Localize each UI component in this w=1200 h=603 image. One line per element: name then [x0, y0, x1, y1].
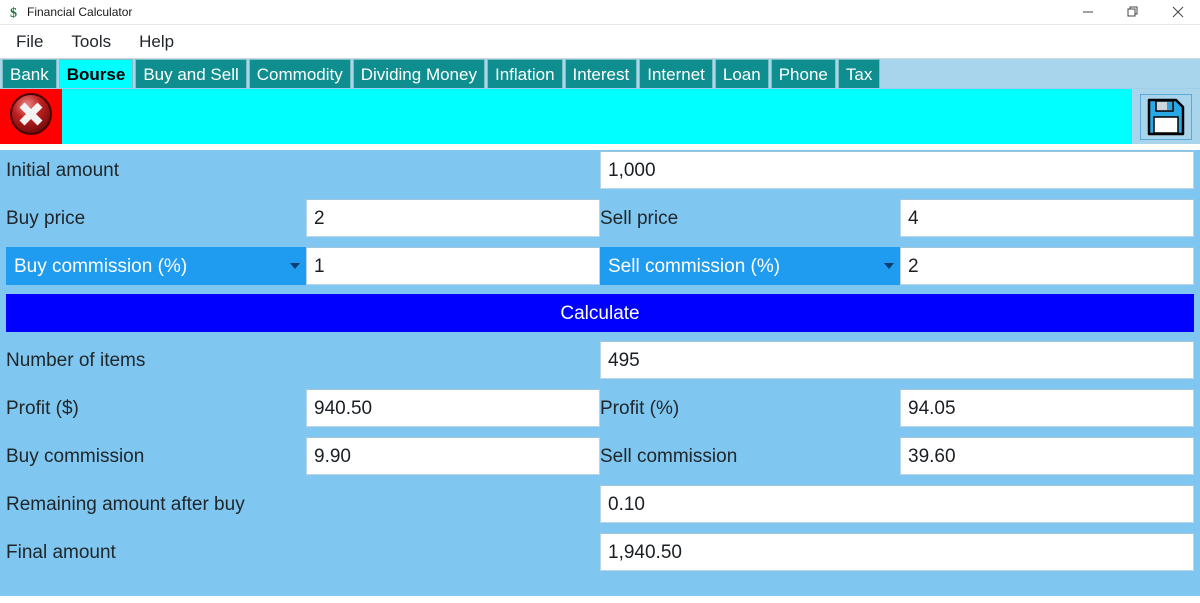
sell-price-label: Sell price: [600, 207, 679, 229]
row-commission-amounts: Buy commission 9.90 Sell commission 39.6…: [0, 436, 1200, 476]
tab-strip: Bank Bourse Buy and Sell Commodity Divid…: [0, 59, 1200, 89]
buy-commission-label: Buy commission: [6, 445, 145, 467]
tab-tax[interactable]: Tax: [837, 59, 881, 88]
tab-bank[interactable]: Bank: [2, 59, 57, 88]
chevron-down-icon: [290, 263, 300, 269]
tab-inflation[interactable]: Inflation: [486, 59, 563, 88]
buy-commission-percent-dropdown[interactable]: Buy commission (%): [6, 247, 306, 285]
buy-commission-percent-input[interactable]: 1: [306, 247, 600, 285]
bourse-form: Initial amount 1,000 Buy price 2 Sell pr…: [0, 150, 1200, 596]
row-number-of-items: Number of items 495: [0, 340, 1200, 380]
tab-commodity[interactable]: Commodity: [248, 59, 351, 88]
row-final-amount: Final amount 1,940.50: [0, 532, 1200, 572]
menu-bar: File Tools Help: [0, 25, 1200, 59]
tab-dividing-money[interactable]: Dividing Money: [352, 59, 485, 88]
sell-commission-percent-input[interactable]: 2: [900, 247, 1194, 285]
row-profit: Profit ($) 940.50 Profit (%) 94.05: [0, 388, 1200, 428]
close-circle-icon: [9, 92, 53, 141]
profit-percent-label: Profit (%): [600, 397, 680, 419]
tab-interest[interactable]: Interest: [564, 59, 638, 88]
menu-item-tools[interactable]: Tools: [71, 33, 111, 50]
sell-commission-percent-dropdown[interactable]: Sell commission (%): [600, 247, 900, 285]
dollar-sign-icon: $: [5, 4, 21, 20]
remaining-after-buy-label: Remaining amount after buy: [6, 493, 245, 515]
row-remaining-after-buy: Remaining amount after buy 0.10: [0, 484, 1200, 524]
initial-amount-label: Initial amount: [6, 159, 120, 181]
minimize-button[interactable]: [1065, 0, 1110, 24]
number-of-items-output[interactable]: 495: [600, 341, 1194, 379]
tab-bourse[interactable]: Bourse: [58, 59, 134, 88]
sell-price-input[interactable]: 4: [900, 199, 1194, 237]
window-title: Financial Calculator: [27, 5, 133, 19]
save-button[interactable]: [1132, 89, 1200, 144]
tab-buy-and-sell[interactable]: Buy and Sell: [135, 59, 247, 88]
menu-item-file[interactable]: File: [16, 33, 43, 50]
tab-phone[interactable]: Phone: [770, 59, 836, 88]
title-bar: $ Financial Calculator: [0, 0, 1200, 25]
final-amount-label: Final amount: [6, 541, 116, 563]
restore-button[interactable]: [1110, 0, 1155, 24]
buy-commission-output[interactable]: 9.90: [306, 437, 600, 475]
chevron-down-icon: [884, 263, 894, 269]
tab-loan[interactable]: Loan: [714, 59, 769, 88]
window-controls: [1065, 0, 1200, 24]
final-amount-output[interactable]: 1,940.50: [600, 533, 1194, 571]
profit-percent-output[interactable]: 94.05: [900, 389, 1194, 427]
row-calculate: Calculate: [0, 294, 1200, 332]
row-buy-sell-price: Buy price 2 Sell price 4: [0, 198, 1200, 238]
initial-amount-input[interactable]: 1,000: [600, 151, 1194, 189]
row-initial-amount: Initial amount 1,000: [0, 150, 1200, 190]
buy-price-label: Buy price: [6, 207, 86, 229]
sell-commission-label: Sell commission: [600, 445, 738, 467]
tab-internet[interactable]: Internet: [639, 59, 713, 88]
profit-dollar-output[interactable]: 940.50: [306, 389, 600, 427]
clear-button[interactable]: [0, 89, 62, 144]
floppy-disk-save-icon: [1140, 93, 1192, 140]
row-commission-percent: Buy commission (%) 1 Sell commission (%)…: [0, 246, 1200, 286]
number-of-items-label: Number of items: [6, 349, 146, 371]
menu-item-help[interactable]: Help: [139, 33, 174, 50]
buy-commission-percent-label: Buy commission (%): [14, 255, 188, 277]
profit-dollar-label: Profit ($): [6, 397, 79, 419]
toolbar: [0, 89, 1200, 144]
sell-commission-percent-label: Sell commission (%): [608, 255, 781, 277]
toolbar-spacer: [62, 89, 1132, 144]
buy-price-input[interactable]: 2: [306, 199, 600, 237]
svg-text:$: $: [9, 5, 16, 20]
remaining-after-buy-output[interactable]: 0.10: [600, 485, 1194, 523]
sell-commission-output[interactable]: 39.60: [900, 437, 1194, 475]
calculate-button[interactable]: Calculate: [6, 294, 1194, 332]
close-button[interactable]: [1155, 0, 1200, 24]
